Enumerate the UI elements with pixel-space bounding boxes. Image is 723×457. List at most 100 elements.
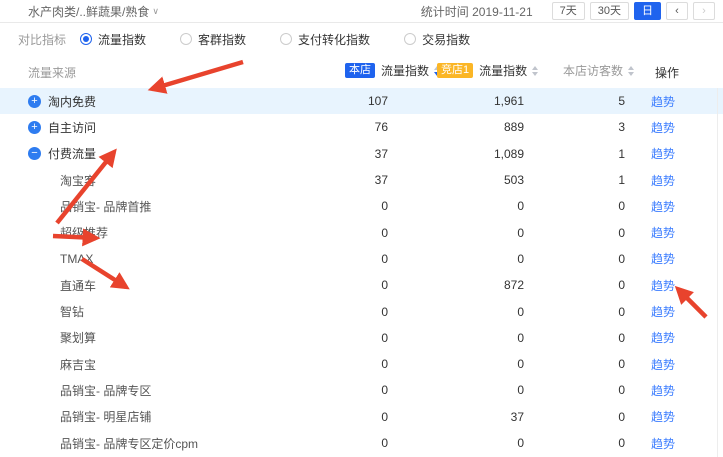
metric-value: 0	[388, 226, 528, 240]
traffic-source-label: 品销宝- 品牌专区定价cpm	[60, 435, 198, 452]
expand-icon[interactable]: +	[28, 95, 41, 108]
metric-value: 0	[278, 305, 388, 319]
action-cell: 趋势	[633, 435, 693, 452]
range-30d-button[interactable]: 30天	[590, 2, 629, 20]
trend-link[interactable]: 趋势	[651, 384, 675, 398]
top-bar: 水产肉类/..鲜蔬果/熟食 ∨ 统计时间 2019-11-21 7天 30天 日…	[0, 0, 723, 23]
action-cell: 趋势	[633, 119, 693, 136]
expand-icon[interactable]: +	[28, 121, 41, 134]
metric-value: 0	[528, 436, 633, 450]
trend-link[interactable]: 趋势	[651, 121, 675, 135]
trend-link[interactable]: 趋势	[651, 331, 675, 345]
column-self-visitors[interactable]: 本店访客数	[563, 62, 634, 79]
table-row: 超级推荐000趋势	[0, 219, 723, 245]
table-row: 品销宝- 品牌专区000趋势	[0, 377, 723, 403]
action-cell: 趋势	[633, 172, 693, 189]
metric-value: 889	[388, 120, 528, 134]
metric-value: 1	[528, 173, 633, 187]
table-row: 麻吉宝000趋势	[0, 351, 723, 377]
traffic-source-cell: −付费流量	[0, 145, 278, 162]
metric-value: 0	[388, 331, 528, 345]
prev-date-button[interactable]: ‹	[666, 2, 688, 20]
traffic-source-cell: 麻吉宝	[0, 356, 278, 373]
sort-icons[interactable]	[628, 66, 634, 76]
metric-value: 37	[388, 410, 528, 424]
trend-link[interactable]: 趋势	[651, 252, 675, 266]
action-cell: 趋势	[633, 145, 693, 162]
trend-link[interactable]: 趋势	[651, 279, 675, 293]
sort-icons[interactable]	[532, 66, 538, 76]
table-row: 品销宝- 品牌首推000趋势	[0, 193, 723, 219]
date-controls: 统计时间 2019-11-21 7天 30天 日 ‹ ›	[421, 2, 715, 20]
traffic-source-cell: 品销宝- 品牌专区定价cpm	[0, 435, 278, 452]
traffic-source-label: 智钻	[60, 303, 84, 320]
traffic-source-label: 品销宝- 品牌首推	[60, 198, 151, 215]
metric-value: 0	[528, 331, 633, 345]
trend-link[interactable]: 趋势	[651, 305, 675, 319]
action-cell: 趋势	[633, 408, 693, 425]
traffic-source-table: +淘内免费1071,9615趋势+自主访问768893趋势−付费流量371,08…	[0, 88, 723, 456]
metric-radio-transaction[interactable]: 交易指数	[404, 31, 470, 48]
trend-link[interactable]: 趋势	[651, 147, 675, 161]
traffic-source-cell: 聚划算	[0, 329, 278, 346]
table-right-border	[717, 88, 718, 457]
table-row: TMAX000趋势	[0, 246, 723, 272]
column-label: 本店访客数	[563, 62, 623, 79]
column-self-traffic-index[interactable]: 本店 流量指数	[345, 62, 440, 79]
traffic-source-label: 超级推荐	[60, 224, 108, 241]
table-row: 聚划算000趋势	[0, 325, 723, 351]
metric-value: 0	[278, 436, 388, 450]
table-row: −付费流量371,0891趋势	[0, 141, 723, 167]
trend-link[interactable]: 趋势	[651, 226, 675, 240]
action-cell: 趋势	[633, 198, 693, 215]
radio-icon	[404, 33, 416, 45]
metric-radio-conversion[interactable]: 支付转化指数	[280, 31, 370, 48]
trend-link[interactable]: 趋势	[651, 410, 675, 424]
metric-value: 0	[528, 410, 633, 424]
comp-store-badge: 竞店1	[437, 63, 473, 78]
traffic-source-cell: 品销宝- 明星店铺	[0, 408, 278, 425]
metric-value: 0	[388, 436, 528, 450]
traffic-source-cell: 品销宝- 品牌首推	[0, 198, 278, 215]
metric-value: 37	[278, 147, 388, 161]
trend-link[interactable]: 趋势	[651, 95, 675, 109]
traffic-source-cell: + 自主访问	[0, 119, 278, 136]
collapse-icon[interactable]: −	[28, 147, 41, 160]
metric-value: 76	[278, 120, 388, 134]
trend-link[interactable]: 趋势	[651, 358, 675, 372]
range-day-button[interactable]: 日	[634, 2, 661, 20]
traffic-source-label: 品销宝- 明星店铺	[60, 408, 151, 425]
action-cell: 趋势	[633, 250, 693, 267]
stat-time-label: 统计时间 2019-11-21	[421, 3, 533, 20]
radio-icon	[280, 33, 292, 45]
metric-radio-traffic[interactable]: 流量指数	[80, 31, 146, 48]
metric-value: 107	[278, 94, 388, 108]
action-cell: 趋势	[633, 277, 693, 294]
traffic-source-cell: 淘宝客	[0, 172, 278, 189]
trend-link[interactable]: 趋势	[651, 200, 675, 214]
column-comp-traffic-index[interactable]: 竞店1 流量指数	[437, 62, 538, 79]
filter-label: 对比指标	[18, 31, 66, 48]
traffic-source-cell: 智钻	[0, 303, 278, 320]
compare-metric-filter: 对比指标 流量指数 客群指数 支付转化指数 交易指数	[0, 23, 723, 55]
traffic-source-label: 直通车	[60, 277, 96, 294]
action-cell: 趋势	[633, 93, 693, 110]
chevron-down-icon: ∨	[152, 6, 159, 17]
category-breadcrumb[interactable]: 水产肉类/..鲜蔬果/熟食 ∨	[28, 3, 159, 20]
trend-link[interactable]: 趋势	[651, 437, 675, 451]
range-7d-button[interactable]: 7天	[552, 2, 585, 20]
trend-link[interactable]: 趋势	[651, 174, 675, 188]
next-date-button[interactable]: ›	[693, 2, 715, 20]
traffic-source-label: 自主访问	[48, 119, 96, 136]
radio-label: 客群指数	[198, 31, 246, 48]
traffic-source-label: 麻吉宝	[60, 356, 96, 373]
column-label: 流量指数	[479, 62, 527, 79]
radio-label: 流量指数	[98, 31, 146, 48]
column-action: 操作	[655, 64, 679, 81]
traffic-source-cell: 直通车	[0, 277, 278, 294]
traffic-source-cell: 超级推荐	[0, 224, 278, 241]
traffic-source-label: TMAX	[60, 252, 93, 266]
metric-value: 0	[528, 252, 633, 266]
table-row: +自主访问768893趋势	[0, 114, 723, 140]
metric-radio-customer[interactable]: 客群指数	[180, 31, 246, 48]
